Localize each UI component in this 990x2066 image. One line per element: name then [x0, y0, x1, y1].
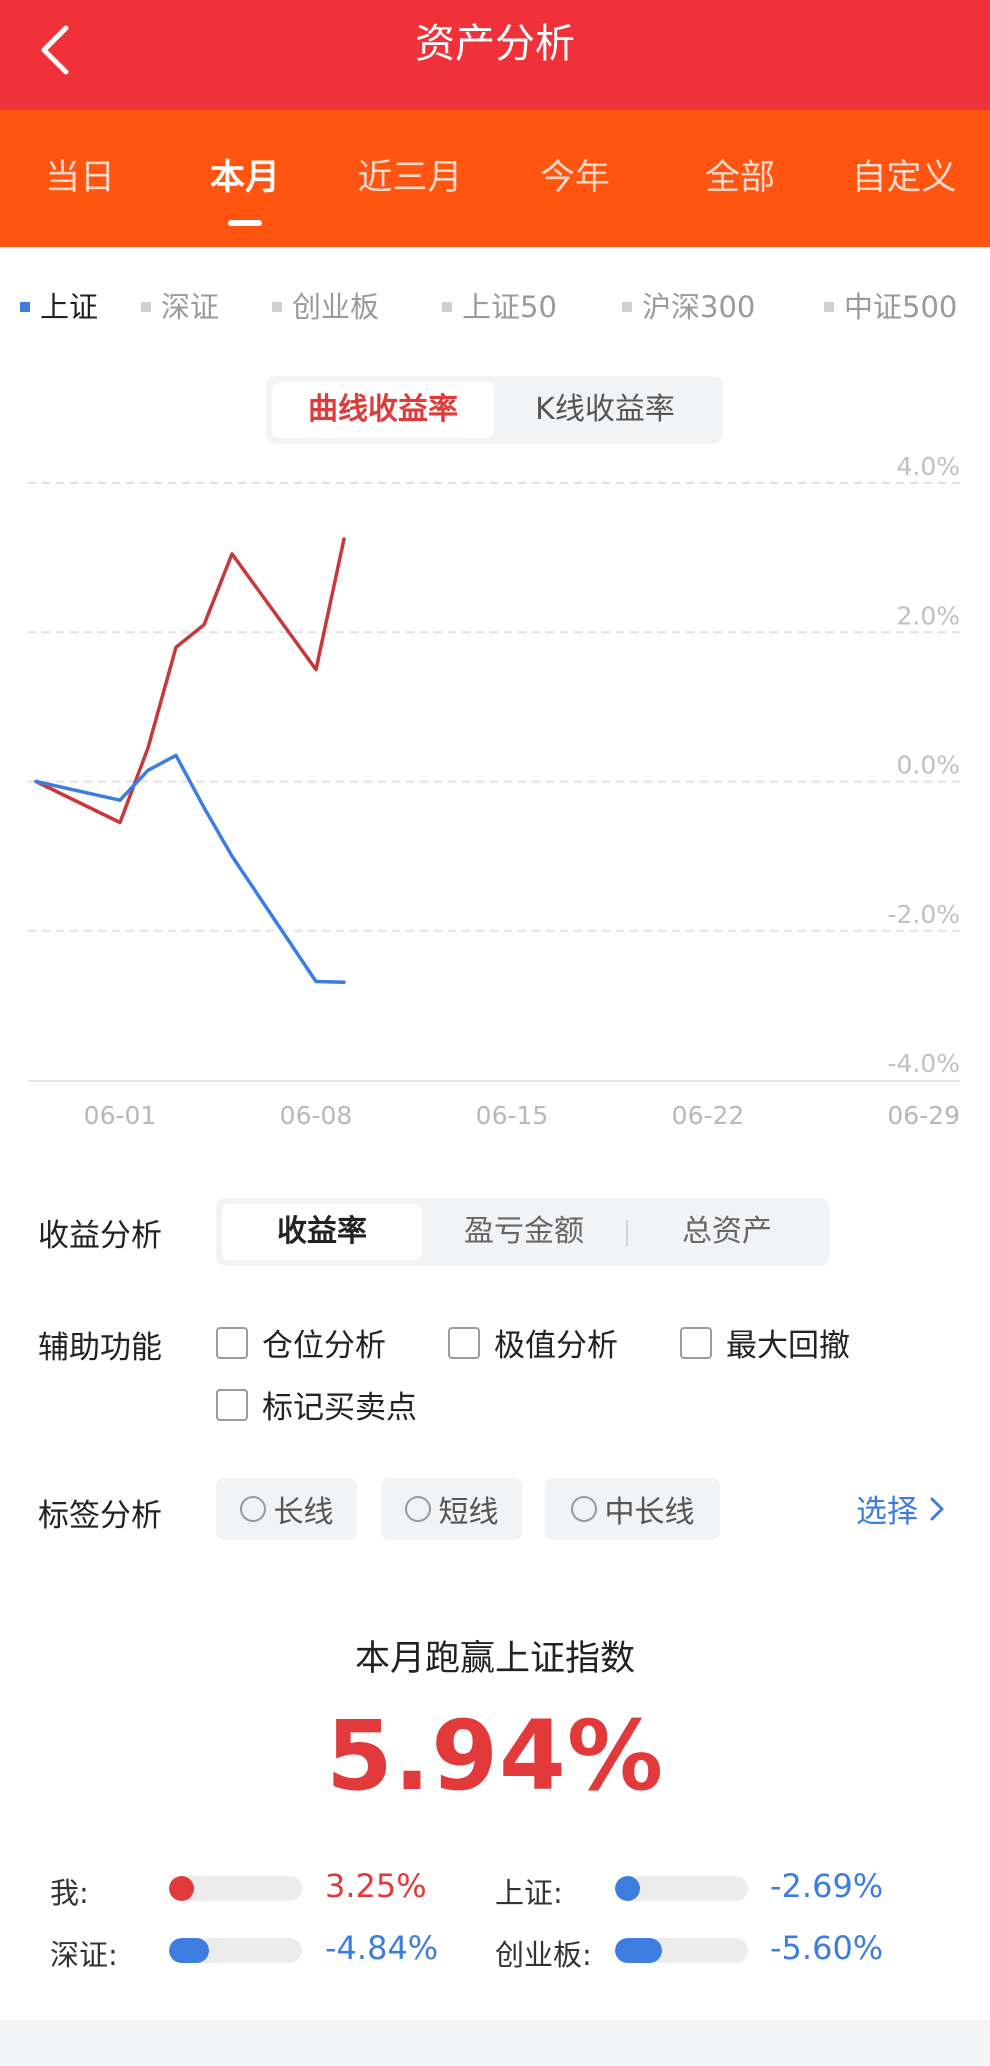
tab-custom[interactable]: 自定义: [829, 110, 979, 247]
tab-active-indicator: [228, 220, 262, 226]
checkbox-icon: [216, 1326, 248, 1359]
compare-value-shanghai: -2.69%: [770, 1867, 884, 1905]
checkbox-icon: [216, 1388, 248, 1421]
profit-amount-button[interactable]: 盈亏金额: [426, 1204, 622, 1260]
select-tag-link[interactable]: 选择: [856, 1486, 948, 1531]
legend-chinext[interactable]: 创业板: [272, 287, 379, 327]
legend-marker: [141, 302, 151, 312]
legend-marker: [20, 302, 30, 312]
outperform-title: 本月跑赢上证指数: [354, 1639, 635, 1679]
compare-bar-shanghai: [615, 1876, 748, 1901]
y-tick-label: -2.0%: [887, 900, 960, 929]
legend-shenzhen[interactable]: 深证: [141, 287, 219, 327]
radio-icon: [239, 1496, 266, 1522]
radio-icon: [570, 1496, 597, 1522]
x-tick-label: 06-01: [84, 1101, 157, 1130]
tab-today[interactable]: 当日: [5, 110, 155, 247]
shanghai-index-line: [34, 753, 346, 984]
tag-short-term[interactable]: 短线: [381, 1478, 522, 1540]
tab-three-months[interactable]: 近三月: [335, 110, 485, 247]
compare-bar-fill: [169, 1876, 195, 1901]
period-tabs: 当日 本月 近三月 今年 全部 自定义: [0, 110, 990, 247]
compare-label-shanghai: 上证:: [495, 1876, 563, 1910]
header-bar: 资产分析: [0, 0, 990, 110]
aux-function-label: 辅助功能: [38, 1330, 162, 1366]
checkbox-icon: [448, 1326, 480, 1359]
max-drawdown-checkbox[interactable]: 最大回撤: [680, 1320, 850, 1365]
compare-label-chinext: 创业板:: [495, 1938, 592, 1972]
legend-csi300[interactable]: 沪深300: [622, 287, 755, 327]
position-analysis-checkbox[interactable]: 仓位分析: [216, 1320, 386, 1365]
tag-long-term[interactable]: 长线: [216, 1478, 357, 1540]
x-tick-label: 06-08: [280, 1101, 353, 1130]
compare-label-shenzhen: 深证:: [50, 1938, 118, 1972]
y-tick-label: 2.0%: [896, 601, 960, 630]
legend-marker: [442, 302, 452, 312]
segment-divider: [626, 1220, 628, 1246]
compare-value-shenzhen: -4.84%: [325, 1929, 439, 1967]
tag-mid-long-term[interactable]: 中长线: [545, 1478, 720, 1540]
legend-marker: [272, 302, 282, 312]
tab-all[interactable]: 全部: [665, 110, 815, 247]
outperform-value: 5.94%: [325, 1700, 665, 1812]
kline-return-button[interactable]: K线收益率: [494, 382, 716, 438]
compare-bar-shenzhen: [169, 1938, 302, 1963]
compare-value-chinext: -5.60%: [770, 1929, 884, 1967]
legend-marker: [824, 302, 834, 312]
curve-return-button[interactable]: 曲线收益率: [272, 382, 494, 438]
compare-bar-fill: [615, 1876, 641, 1901]
radio-icon: [404, 1496, 431, 1522]
index-legend: 上证 深证 创业板 上证50 沪深300 中证500: [0, 287, 990, 327]
compare-bar-me: [169, 1876, 302, 1901]
compare-bar-fill: [169, 1938, 209, 1963]
compare-bar-chinext: [615, 1938, 748, 1963]
y-tick-label: 0.0%: [896, 751, 960, 780]
tab-this-month[interactable]: 本月: [170, 110, 320, 247]
x-tick-label: 06-15: [476, 1101, 549, 1130]
y-tick-label: -4.0%: [887, 1049, 960, 1078]
compare-bar-fill: [615, 1938, 662, 1963]
page-title: 资产分析: [415, 21, 575, 67]
return-line-chart: 4.0% 2.0% 0.0% -2.0% -4.0% 06-01 06-08 06-15 06-…: [28, 452, 960, 1130]
chevron-right-icon: [930, 1497, 944, 1520]
legend-shanghai[interactable]: 上证: [20, 287, 98, 327]
checkbox-icon: [680, 1326, 712, 1359]
total-assets-button[interactable]: 总资产: [630, 1204, 824, 1260]
return-analysis-toggle: 收益率 盈亏金额 总资产: [216, 1198, 830, 1266]
y-tick-label: 4.0%: [896, 452, 960, 481]
extreme-analysis-checkbox[interactable]: 极值分析: [448, 1320, 618, 1365]
x-tick-label: 06-22: [672, 1101, 745, 1130]
tag-analysis-label: 标签分析: [38, 1498, 162, 1534]
tab-this-year[interactable]: 今年: [500, 110, 650, 247]
legend-csi500[interactable]: 中证500: [824, 287, 957, 327]
return-rate-button[interactable]: 收益率: [222, 1204, 422, 1260]
return-analysis-label: 收益分析: [38, 1218, 162, 1254]
legend-marker: [622, 302, 632, 312]
bottom-divider: [0, 2020, 990, 2066]
compare-value-me: 3.25%: [325, 1867, 427, 1905]
chart-type-toggle: 曲线收益率 K线收益率: [266, 376, 723, 444]
x-tick-label: 06-29: [887, 1101, 960, 1130]
mark-trade-points-checkbox[interactable]: 标记买卖点: [216, 1382, 417, 1427]
legend-sse50[interactable]: 上证50: [442, 287, 557, 327]
compare-label-me: 我:: [50, 1876, 89, 1910]
